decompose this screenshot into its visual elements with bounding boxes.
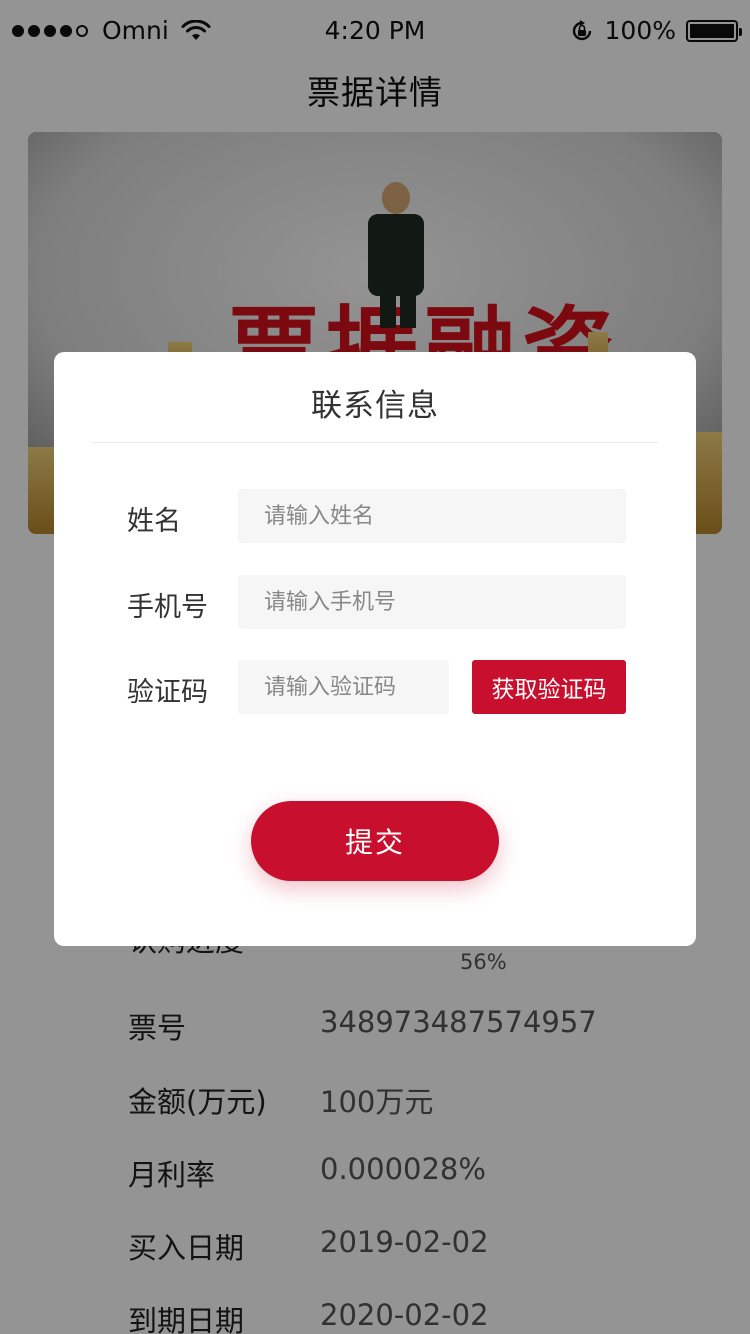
submit-button[interactable]: 提交 [251,801,499,881]
name-label: 姓名 [127,506,181,537]
verification-code-input[interactable] [238,660,449,714]
modal-title: 联系信息 [311,388,439,424]
phone-label: 手机号 [127,592,208,623]
contact-info-modal: 联系信息 姓名 手机号 验证码 获取验证码 提交 [54,352,696,946]
get-code-button[interactable]: 获取验证码 [472,660,626,714]
modal-divider [92,442,658,443]
name-input[interactable] [238,489,626,543]
code-label: 验证码 [127,677,208,708]
phone-input[interactable] [238,575,626,629]
